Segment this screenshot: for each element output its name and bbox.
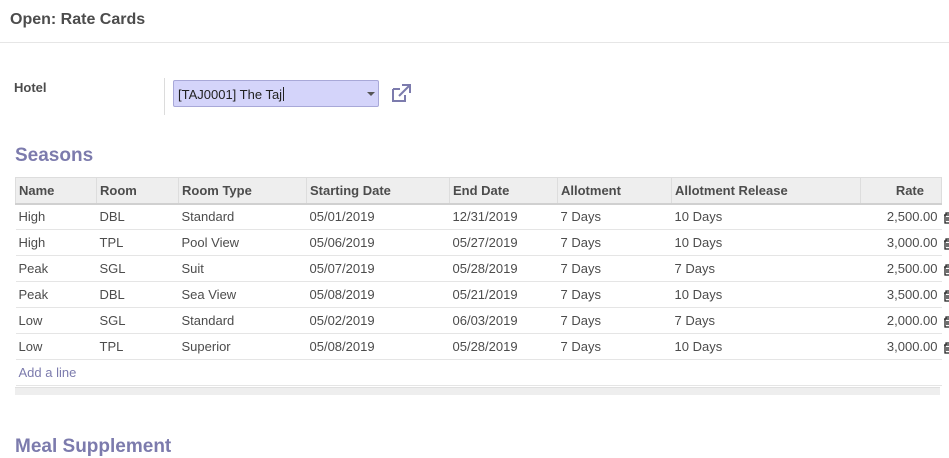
table-row[interactable]: Low SGL Standard 05/02/2019 06/03/2019 7… [15,307,942,334]
cell-end-date[interactable]: 05/28/2019 [449,255,558,282]
cell-room[interactable]: DBL [96,203,179,230]
cell-end-date[interactable]: 12/31/2019 [449,203,558,230]
cell-allotment[interactable]: 7 Days [557,255,672,282]
cell-end-date[interactable]: 05/21/2019 [449,281,558,308]
cell-starting-date[interactable]: 05/07/2019 [306,255,450,282]
table-row[interactable]: High DBL Standard 05/01/2019 12/31/2019 … [15,203,942,230]
cell-allotment-release[interactable]: 10 Days [671,229,861,256]
trash-icon[interactable] [943,212,949,224]
table-footer [15,387,940,395]
column-header-rate[interactable]: Rate [860,177,942,205]
cell-room[interactable]: DBL [96,281,179,308]
cell-rate[interactable]: 3,000.00 [860,333,942,360]
cell-name[interactable]: Peak [15,281,97,308]
hotel-select-value[interactable]: [TAJ0001] The Taj [178,87,282,102]
cell-rate[interactable]: 3,500.00 [860,281,942,308]
text-caret [283,87,285,101]
cell-starting-date[interactable]: 05/01/2019 [306,203,450,230]
cell-starting-date[interactable]: 05/08/2019 [306,333,450,360]
cell-starting-date[interactable]: 05/08/2019 [306,281,450,308]
cell-room[interactable]: SGL [96,255,179,282]
table-row[interactable]: Peak SGL Suit 05/07/2019 05/28/2019 7 Da… [15,255,942,282]
cell-allotment-release[interactable]: 7 Days [671,255,861,282]
external-link-icon[interactable] [390,83,412,103]
cell-end-date[interactable]: 05/27/2019 [449,229,558,256]
modal-title: Open: Rate Cards [10,11,146,28]
column-header-allotment[interactable]: Allotment [557,177,672,205]
cell-allotment[interactable]: 7 Days [557,229,672,256]
column-header-room-type[interactable]: Room Type [178,177,307,205]
cell-allotment[interactable]: 7 Days [557,203,672,230]
cell-allotment[interactable]: 7 Days [557,333,672,360]
cell-room-type[interactable]: Pool View [178,229,307,256]
cell-rate[interactable]: 3,000.00 [860,229,942,256]
add-line-link[interactable]: Add a line [19,365,77,380]
column-header-starting-date[interactable]: Starting Date [306,177,450,205]
seasons-section-title: Seasons [15,145,94,166]
cell-rate[interactable]: 2,500.00 [860,255,942,282]
table-row[interactable]: Peak DBL Sea View 05/08/2019 05/21/2019 … [15,281,942,308]
cell-name[interactable]: High [15,229,97,256]
cell-room[interactable]: TPL [96,229,179,256]
trash-icon[interactable] [943,264,949,276]
cell-room-type[interactable]: Suit [178,255,307,282]
trash-icon[interactable] [943,316,949,328]
cell-allotment-release[interactable]: 10 Days [671,203,861,230]
cell-rate[interactable]: 2,000.00 [860,307,942,334]
table-row[interactable]: Low TPL Superior 05/08/2019 05/28/2019 7… [15,333,942,360]
hotel-select[interactable]: [TAJ0001] The Taj [173,80,379,107]
column-header-allotment-release[interactable]: Allotment Release [671,177,861,205]
cell-end-date[interactable]: 05/28/2019 [449,333,558,360]
table-row[interactable]: High TPL Pool View 05/06/2019 05/27/2019… [15,229,942,256]
table-header-row: Name Room Room Type Starting Date End Da… [15,177,942,205]
cell-room-type[interactable]: Standard [178,307,307,334]
trash-icon[interactable] [943,290,949,302]
cell-rate[interactable]: 2,500.00 [860,203,942,230]
cell-room[interactable]: TPL [96,333,179,360]
column-header-name[interactable]: Name [15,177,97,205]
column-header-end-date[interactable]: End Date [449,177,558,205]
meal-supplement-section-title: Meal Supplement [15,436,172,457]
cell-name[interactable]: Low [15,307,97,334]
trash-icon[interactable] [943,342,949,354]
cell-room-type[interactable]: Standard [178,203,307,230]
cell-room-type[interactable]: Superior [178,333,307,360]
cell-allotment[interactable]: 7 Days [557,281,672,308]
cell-name[interactable]: Peak [15,255,97,282]
cell-starting-date[interactable]: 05/06/2019 [306,229,450,256]
cell-room-type[interactable]: Sea View [178,281,307,308]
cell-allotment[interactable]: 7 Days [557,307,672,334]
cell-name[interactable]: Low [15,333,97,360]
cell-end-date[interactable]: 06/03/2019 [449,307,558,334]
hotel-label: Hotel [14,80,47,95]
cell-allotment-release[interactable]: 7 Days [671,307,861,334]
cell-allotment-release[interactable]: 10 Days [671,281,861,308]
add-line-row: Add a line [15,359,942,386]
cell-allotment-release[interactable]: 10 Days [671,333,861,360]
trash-icon[interactable] [943,238,949,250]
cell-name[interactable]: High [15,203,97,230]
field-separator [164,78,165,115]
modal-header: Open: Rate Cards [0,0,949,43]
dropdown-arrow-icon[interactable] [367,92,375,96]
column-header-room[interactable]: Room [96,177,179,205]
cell-room[interactable]: SGL [96,307,179,334]
cell-starting-date[interactable]: 05/02/2019 [306,307,450,334]
seasons-table: Name Room Room Type Starting Date End Da… [15,177,942,386]
